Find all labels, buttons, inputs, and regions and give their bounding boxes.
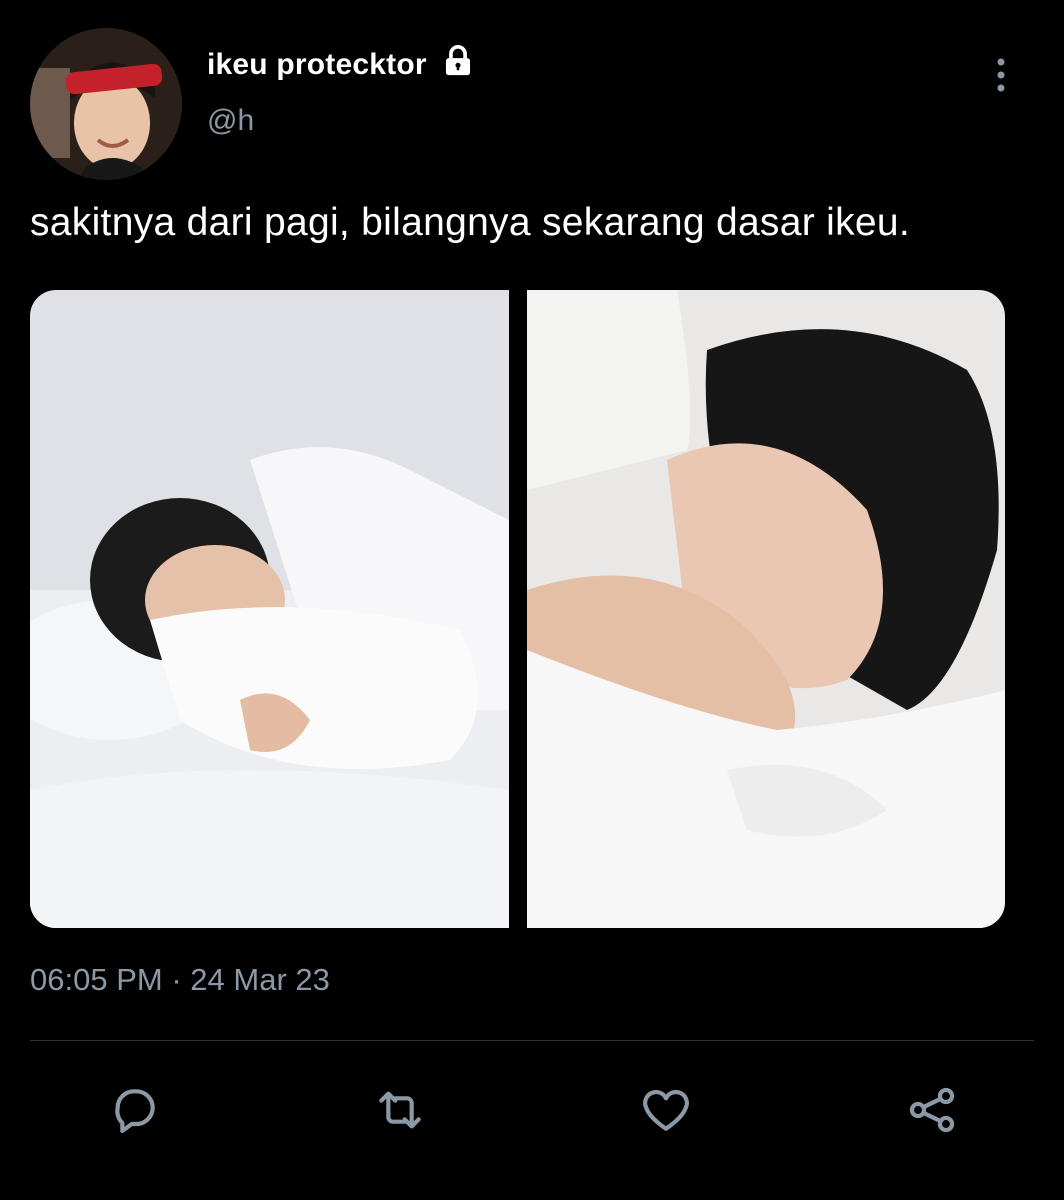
tweet-date: 24 Mar 23: [190, 962, 330, 997]
reply-button[interactable]: [104, 1080, 164, 1140]
photo-sleeping-boy-2: [526, 290, 1005, 928]
lock-icon: [441, 44, 475, 86]
reply-icon: [115, 1089, 155, 1134]
like-button[interactable]: [636, 1080, 696, 1140]
photo-sleeping-boy-1: [30, 290, 509, 928]
display-name-row[interactable]: ikeu protecktor: [207, 44, 475, 86]
meta-separator: ·: [171, 962, 182, 997]
like-icon: [643, 1089, 689, 1131]
avatar-image: [30, 28, 182, 180]
share-icon: [909, 1087, 955, 1133]
share-button[interactable]: [902, 1080, 962, 1140]
timestamp[interactable]: 06:05 PM · 24 Mar 23: [30, 962, 330, 998]
tweet-text: sakitnya dari pagi, bilangnya sekarang d…: [30, 201, 911, 244]
display-name[interactable]: ikeu protecktor: [207, 48, 427, 82]
photo-1[interactable]: [30, 290, 509, 928]
avatar[interactable]: [30, 28, 182, 180]
more-options-icon[interactable]: [986, 55, 1016, 95]
photo-2[interactable]: [526, 290, 1005, 928]
retweet-button[interactable]: [370, 1080, 430, 1140]
tweet-time: 06:05 PM: [30, 962, 163, 997]
media-grid: [30, 290, 1005, 928]
divider: [30, 1040, 1034, 1041]
user-handle[interactable]: @h: [207, 104, 254, 138]
retweet-icon: [379, 1091, 421, 1129]
